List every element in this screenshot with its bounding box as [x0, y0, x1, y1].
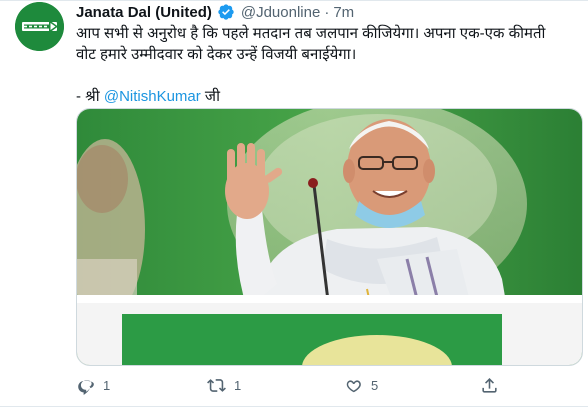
divider — [0, 406, 588, 407]
heart-icon — [346, 379, 361, 392]
retweet-button[interactable]: 1 — [207, 370, 241, 400]
tweet-actions: 1 1 5 — [76, 370, 546, 400]
jdu-arrow-logo-icon — [15, 2, 64, 51]
reply-icon — [78, 380, 94, 395]
tweet-text-line: आप सभी से अनुरोध है कि पहले मतदान तब जलप… — [76, 25, 546, 42]
tweet-text: आप सभी से अनुरोध है कि पहले मतदान तब जलप… — [76, 23, 582, 107]
retweet-count: 1 — [234, 377, 242, 393]
author-handle[interactable]: @Jduonline — [241, 4, 320, 21]
quote-prefix: - श्री — [76, 88, 104, 105]
like-button[interactable]: 5 — [344, 370, 378, 400]
like-count: 5 — [371, 377, 379, 393]
timestamp[interactable]: 7m — [333, 4, 354, 21]
tweet-text-line: वोट हमारे उम्मीदवार को देकर उन्हें विजयी… — [76, 46, 357, 63]
share-button[interactable] — [480, 370, 499, 400]
divider — [0, 0, 588, 1]
verified-badge-icon — [218, 4, 234, 20]
avatar[interactable] — [15, 2, 64, 51]
reply-count: 1 — [103, 377, 111, 393]
speaker-at-podium-photo — [77, 109, 582, 365]
reply-button[interactable]: 1 — [76, 370, 110, 400]
tweet[interactable]: Janata Dal (United) @Jduonline · 7m आप स… — [0, 0, 588, 408]
quote-suffix: जी — [200, 88, 220, 105]
author-name[interactable]: Janata Dal (United) — [76, 4, 212, 21]
mention-link[interactable]: @NitishKumar — [104, 88, 201, 105]
tweet-photo[interactable] — [76, 108, 583, 366]
quote-line: - श्री @NitishKumar जी — [76, 86, 582, 107]
separator-dot: · — [324, 3, 330, 21]
tweet-header: Janata Dal (United) @Jduonline · 7m — [76, 2, 354, 22]
share-icon — [482, 377, 497, 393]
retweet-icon — [207, 378, 226, 392]
